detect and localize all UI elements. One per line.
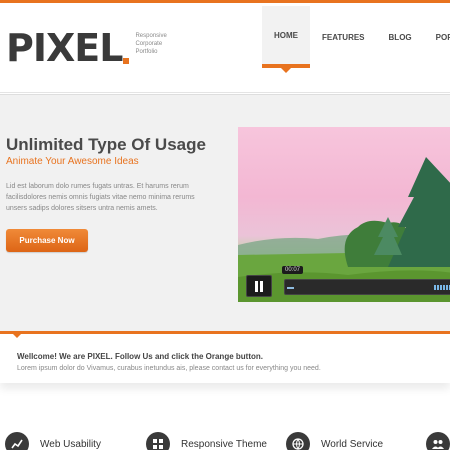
- people-icon: [426, 432, 450, 450]
- feature-team[interactable]: [426, 432, 450, 450]
- chart-icon: [5, 432, 29, 450]
- tagline-line-2: Corporate: [135, 41, 163, 47]
- globe-icon: [286, 432, 310, 450]
- video-progress-bar[interactable]: [284, 279, 450, 295]
- hero-subtitle: Animate Your Awesome Ideas: [6, 156, 139, 167]
- volume-control[interactable]: [434, 285, 450, 290]
- feature-label: World Service: [321, 438, 384, 450]
- feature-label: Responsive Theme: [181, 438, 267, 450]
- hero-title: Unlimited Type Of Usage: [6, 135, 206, 154]
- tagline-line-1: Responsive: [135, 33, 167, 39]
- logo-tagline: Responsive Corporate Portfolio: [135, 32, 181, 56]
- grid-icon: [146, 432, 170, 450]
- logo-dot: [123, 58, 130, 64]
- pause-icon: [255, 280, 263, 292]
- tagline-line-3: Portfolio: [135, 49, 158, 55]
- nav-item-portfolio[interactable]: PORTF: [424, 6, 450, 68]
- nav-item-home[interactable]: HOME: [262, 6, 310, 73]
- welcome-title: Wellcome! We are PIXEL. Follow Us and cl…: [17, 352, 263, 361]
- feature-responsive-theme[interactable]: Responsive Theme: [146, 432, 267, 450]
- welcome-text: Lorem ipsum dolor do Vivamus, curabus in…: [17, 365, 321, 372]
- hero-section: Unlimited Type Of Usage Animate Your Awe…: [0, 94, 450, 334]
- video-player[interactable]: 00:07: [238, 127, 450, 302]
- hero-description: Lid est laborum dolo rumes fugats untras…: [6, 183, 195, 212]
- welcome-banner: Wellcome! We are PIXEL. Follow Us and cl…: [0, 331, 450, 383]
- feature-web-usability[interactable]: Web Usability: [5, 432, 101, 450]
- nav-item-features[interactable]: FEATURES: [310, 6, 377, 68]
- main-nav: HOME FEATURES BLOG PORTF: [262, 6, 450, 73]
- site-header: PIXEL Responsive Corporate Portfolio HOM…: [0, 3, 450, 93]
- logo-text: PIXEL: [6, 26, 123, 70]
- purchase-now-button[interactable]: Purchase Now: [6, 229, 88, 252]
- play-pause-button[interactable]: [246, 275, 272, 297]
- video-progress-fill: [287, 287, 294, 289]
- feature-world-service[interactable]: World Service: [286, 432, 383, 450]
- logo[interactable]: PIXEL Responsive Corporate Portfolio: [6, 26, 181, 70]
- feature-label: Web Usability: [40, 438, 101, 450]
- nav-item-blog[interactable]: BLOG: [377, 6, 424, 68]
- video-time-label: 00:07: [282, 266, 304, 274]
- features-row: Web Usability Responsive Theme World Ser…: [0, 428, 450, 450]
